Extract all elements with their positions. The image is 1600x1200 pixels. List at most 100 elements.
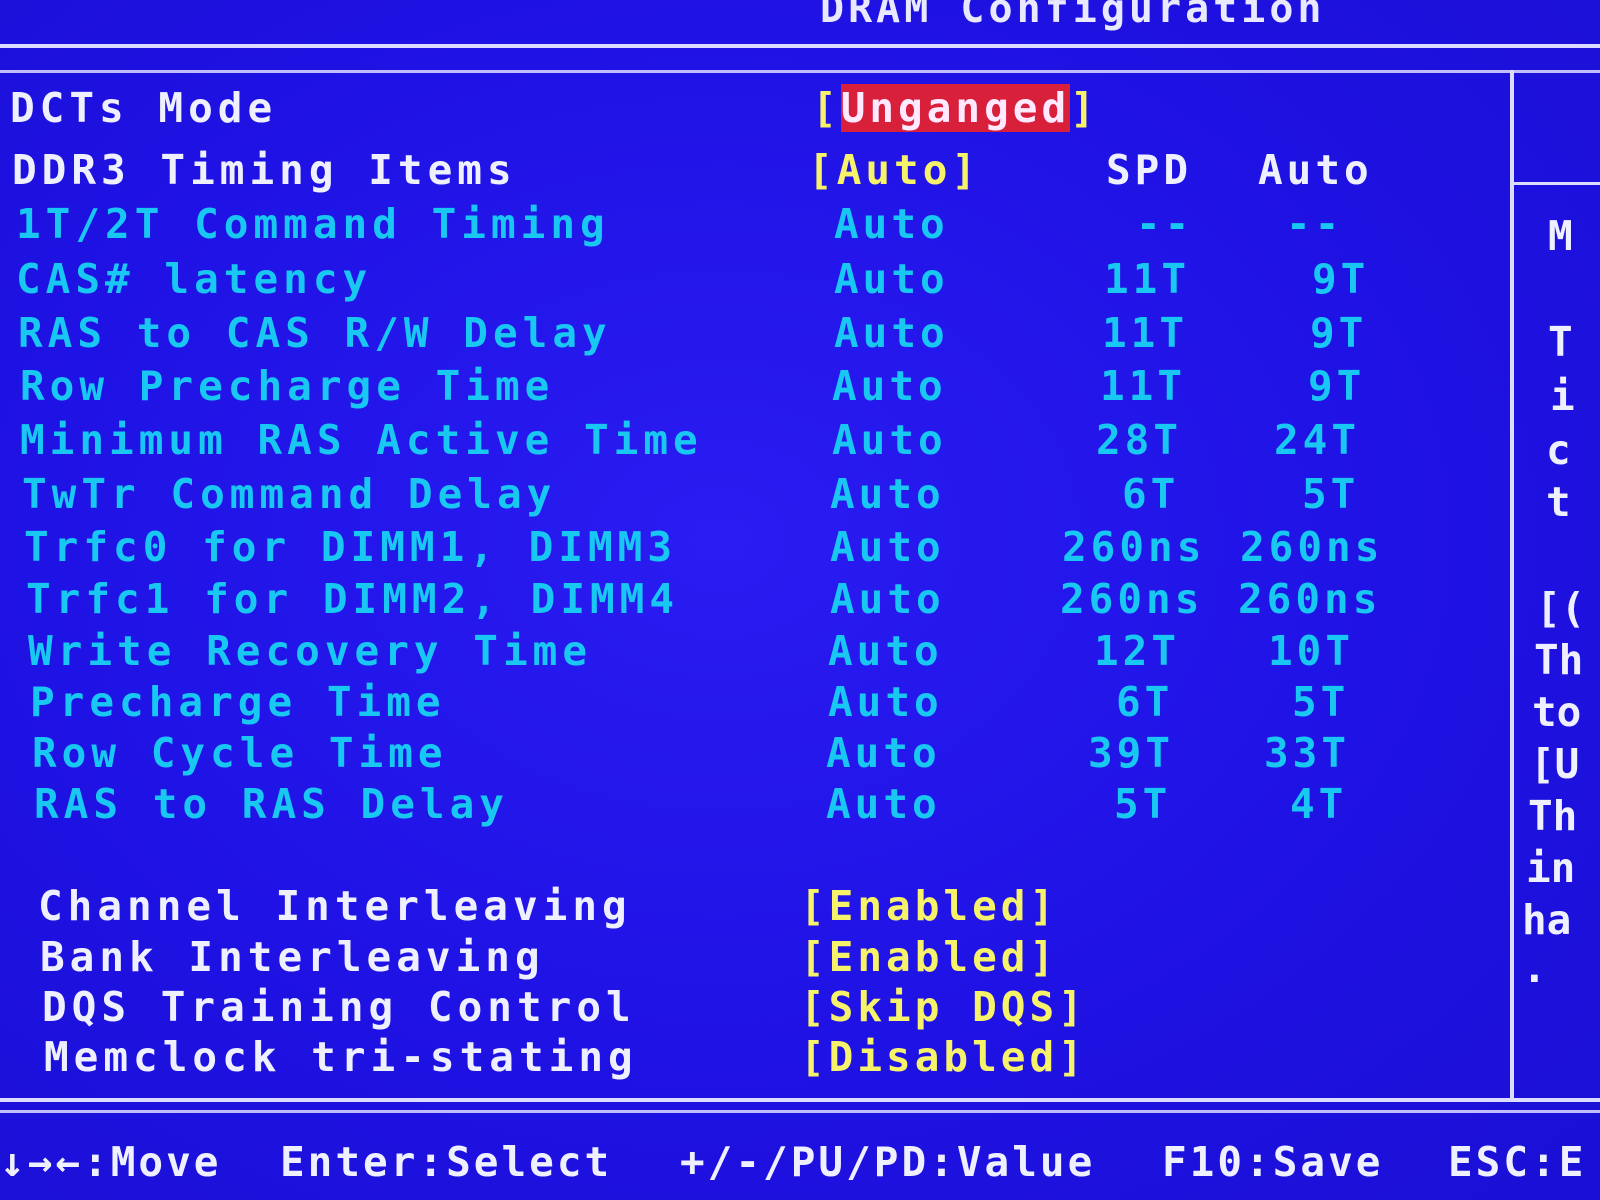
timing-row: RAS to CAS R/W Delay Auto 11T 9T [0,309,1520,361]
timing-value: Auto [828,627,943,675]
setting-value[interactable]: [Enabled] [800,882,1058,930]
timing-row: Trfc1 for DIMM2, DIMM4 Auto 260ns 260ns [0,575,1520,627]
timing-spd: 5T [1114,780,1172,828]
help-text-fragment: c [1546,426,1571,474]
timing-row: CAS# latency Auto 11T 9T [0,255,1520,307]
setting-row-dqs-training-control[interactable]: DQS Training Control [Skip DQS] [0,983,1520,1035]
timing-auto: 9T [1308,362,1366,410]
timing-spd: -- [1136,200,1194,248]
timing-value: Auto [832,416,947,464]
help-text-fragment: T [1548,318,1573,366]
timing-auto: 260ns [1240,523,1384,571]
timing-value: Auto [834,200,949,248]
timing-row: Write Recovery Time Auto 12T 10T [0,627,1520,679]
setting-value-bracket[interactable]: [Unganged] [812,84,1099,132]
setting-value-bracket[interactable]: [Auto] [808,146,980,194]
timing-auto: 10T [1268,627,1355,675]
help-text-fragment: [U [1530,740,1580,788]
timing-spd: 11T [1100,362,1187,410]
timing-row: Row Cycle Time Auto 39T 33T [0,729,1520,781]
setting-label: Bank Interleaving [40,933,545,981]
help-text-fragment: Th [1534,636,1584,684]
timing-label: RAS to CAS R/W Delay [18,309,612,357]
page-title: DRAM Configuration [820,0,1326,32]
setting-row-channel-interleaving[interactable]: Channel Interleaving [Enabled] [0,882,1520,934]
timing-row: Row Precharge Time Auto 11T 9T [0,362,1520,414]
timing-row: RAS to RAS Delay Auto 5T 4T [0,780,1520,832]
timing-row: 1T/2T Command Timing Auto -- -- [0,200,1520,252]
timing-row: Minimum RAS Active Time Auto 28T 24T [0,416,1520,468]
setting-label: Memclock tri-stating [44,1033,638,1081]
timing-auto: 4T [1290,780,1348,828]
timing-spd: 28T [1096,416,1183,464]
setting-value[interactable]: Auto [837,146,952,194]
help-text-fragment: Th [1528,792,1578,840]
timing-value: Auto [826,729,941,777]
selected-value[interactable]: Unganged [840,84,1071,132]
timing-auto: 33T [1264,729,1351,777]
timing-spd: 39T [1088,729,1175,777]
timing-row: Trfc0 for DIMM1, DIMM3 Auto 260ns 260ns [0,523,1520,575]
column-header-auto: Auto [1258,146,1373,194]
setting-row-bank-interleaving[interactable]: Bank Interleaving [Enabled] [0,933,1520,985]
timing-auto: 24T [1274,416,1361,464]
timing-value: Auto [828,678,943,726]
footer-esc-hint: ESC:E [1448,1138,1587,1186]
setting-label: DQS Training Control [42,983,636,1031]
timing-label: Row Cycle Time [32,729,448,777]
header-divider-inner [0,70,1600,73]
timing-auto: 5T [1302,470,1360,518]
help-text-fragment: t [1546,478,1571,526]
timing-value: Auto [832,362,947,410]
setting-value[interactable]: [Disabled] [800,1033,1087,1081]
timing-label: 1T/2T Command Timing [16,200,610,248]
setting-row-memclock-tri-stating[interactable]: Memclock tri-stating [Disabled] [0,1033,1520,1085]
setting-label: Channel Interleaving [38,882,632,930]
timing-value: Auto [834,309,949,357]
setting-label: DCTs Mode [10,84,278,132]
timing-label: TwTr Command Delay [22,470,557,518]
help-text-fragment: to [1532,688,1582,736]
timing-label: RAS to RAS Delay [34,780,509,828]
footer-select-hint: Enter:Select [280,1138,613,1186]
timing-spd: 11T [1102,309,1189,357]
timing-label: Trfc0 for DIMM1, DIMM3 [24,523,678,571]
footer-move-hint: ↓→←:Move [0,1138,222,1186]
timing-spd: 260ns [1062,523,1206,571]
timing-auto: 5T [1292,678,1350,726]
timing-label: Row Precharge Time [20,362,555,410]
footer-divider-inner [0,1110,1600,1113]
help-text-fragment: in [1526,844,1576,892]
timing-label: Write Recovery Time [28,627,592,675]
setting-row-ddr3-timing-items[interactable]: DDR3 Timing Items [Auto] SPD Auto [0,146,1520,198]
footer-value-hint: +/-/PU/PD:Value [680,1138,1096,1186]
timing-spd: 6T [1122,470,1180,518]
help-text-fragment: M [1548,212,1573,260]
help-text-fragment: i [1550,372,1575,420]
timing-auto: 9T [1312,255,1370,303]
help-text-fragment: ha [1522,896,1572,944]
column-header-spd: SPD [1106,146,1193,194]
setting-label: DDR3 Timing Items [12,146,517,194]
timing-label: Trfc1 for DIMM2, DIMM4 [26,575,680,623]
footer-save-hint: F10:Save [1162,1138,1384,1186]
timing-row: Precharge Time Auto 6T 5T [0,678,1520,730]
help-text-fragment: [( [1536,584,1586,632]
header-divider [0,44,1600,48]
timing-spd: 260ns [1060,575,1204,623]
timing-value: Auto [830,470,945,518]
timing-label: Precharge Time [30,678,446,726]
timing-spd: 12T [1094,627,1181,675]
setting-row-dcts-mode[interactable]: DCTs Mode [Unganged] [0,84,1520,136]
timing-value: Auto [830,575,945,623]
timing-value: Auto [834,255,949,303]
timing-auto: 9T [1310,309,1368,357]
timing-auto: -- [1286,200,1344,248]
setting-value[interactable]: [Enabled] [800,933,1058,981]
help-text-fragment: . [1522,944,1547,992]
timing-spd: 11T [1104,255,1191,303]
help-panel-title-divider [1514,182,1600,185]
timing-value: Auto [826,780,941,828]
setting-value[interactable]: [Skip DQS] [800,983,1087,1031]
footer-divider [0,1098,1600,1102]
